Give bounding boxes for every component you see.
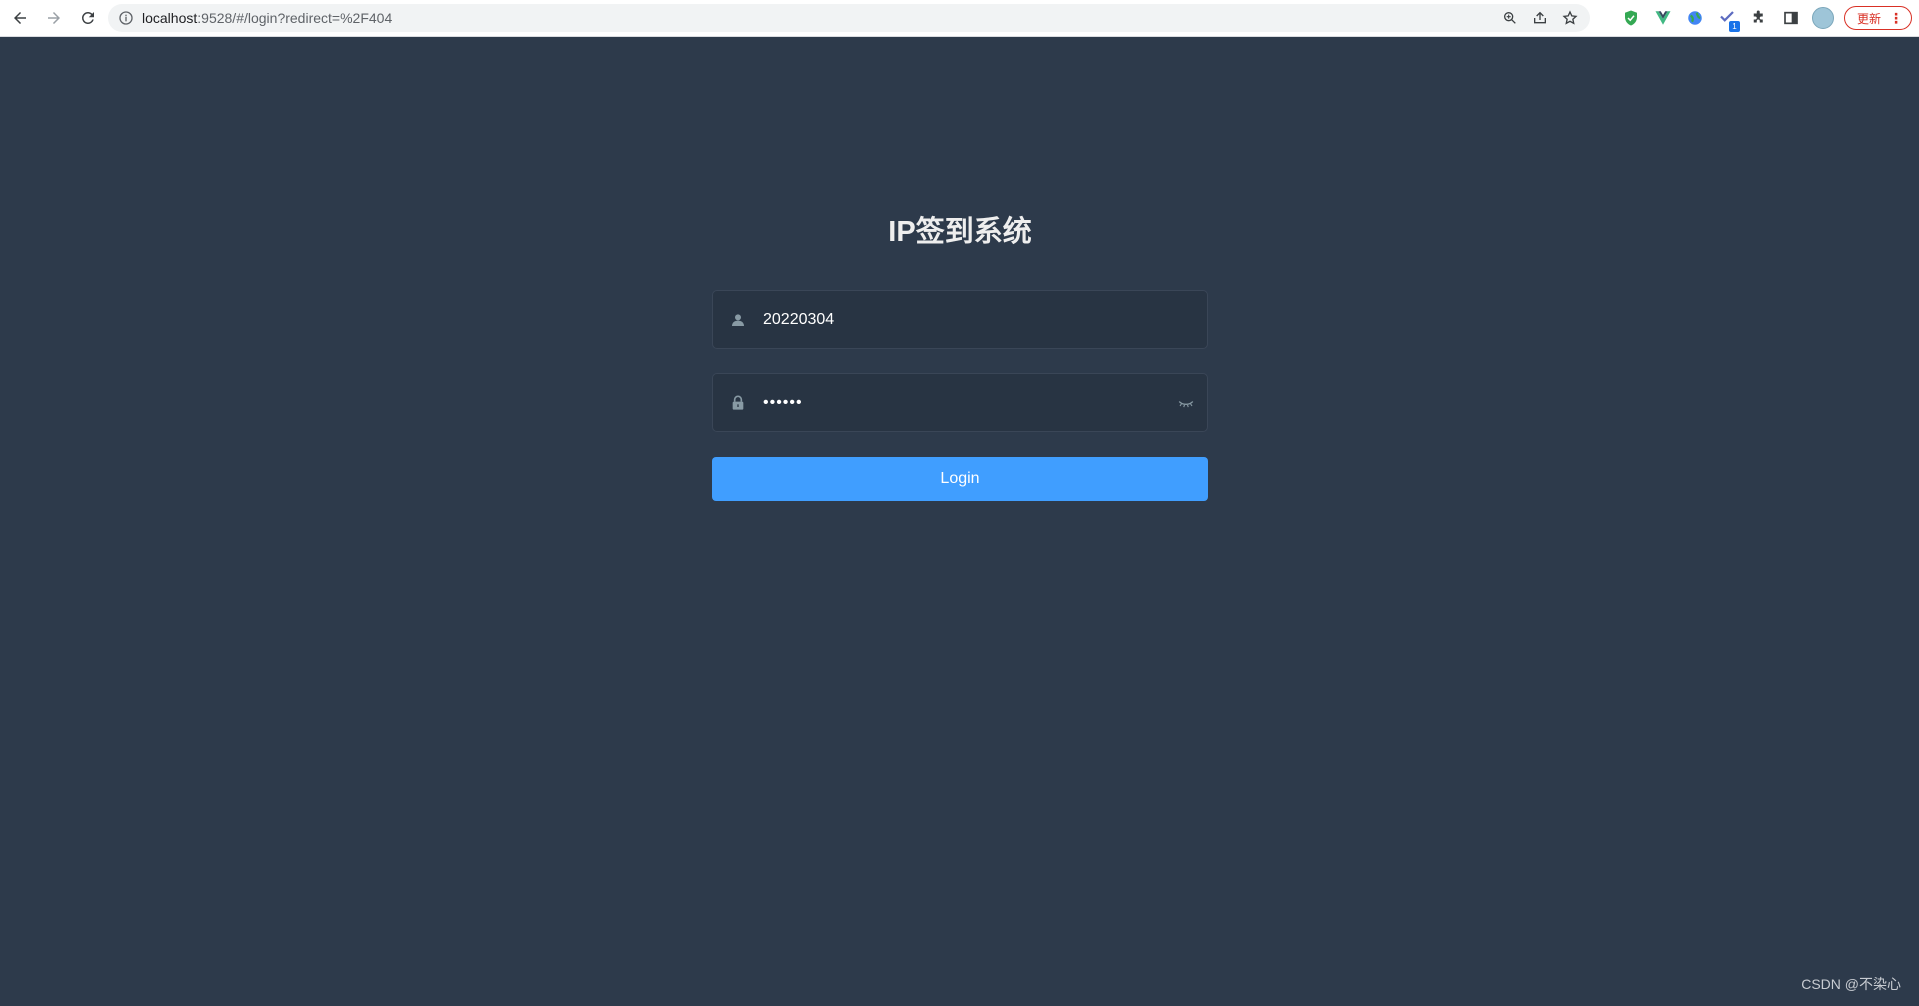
url-host: localhost — [142, 10, 198, 26]
shield-icon — [1625, 10, 1637, 26]
watermark: CSDN @不染心 — [1801, 976, 1901, 992]
info-icon[interactable] — [118, 10, 134, 26]
user-icon — [727, 309, 749, 331]
extensions-button[interactable] — [1748, 7, 1770, 29]
extension-globe[interactable] — [1684, 7, 1706, 29]
address-bar[interactable]: localhost:9528/#/login?redirect=%2F404 — [108, 4, 1590, 32]
bookmark-button[interactable] — [1560, 8, 1580, 28]
zoom-button[interactable] — [1500, 8, 1520, 28]
star-icon — [1562, 10, 1578, 25]
url-text[interactable]: localhost:9528/#/login?redirect=%2F404 — [142, 10, 392, 26]
password-input[interactable] — [763, 393, 1153, 412]
zoom-icon — [1504, 11, 1516, 24]
eye-closed-icon[interactable] — [1175, 392, 1197, 414]
reload-button[interactable] — [72, 2, 104, 34]
reload-icon — [81, 11, 94, 24]
url-path: :9528/#/login?redirect=%2F404 — [197, 10, 393, 26]
puzzle-icon — [1753, 10, 1763, 23]
password-field[interactable] — [712, 373, 1208, 432]
extension-shield[interactable] — [1620, 7, 1642, 29]
side-panel-button[interactable] — [1780, 7, 1802, 29]
update-button[interactable]: 更新 ⋮ — [1844, 6, 1913, 30]
arrow-right-icon — [48, 12, 60, 24]
extension-badge: 1 — [1729, 21, 1740, 32]
share-button[interactable] — [1530, 8, 1550, 28]
username-field[interactable] — [712, 290, 1208, 349]
forward-button[interactable] — [38, 2, 70, 34]
update-label: 更新 — [1857, 11, 1882, 26]
extension-vue[interactable] — [1652, 7, 1674, 29]
browser-toolbar: localhost:9528/#/login?redirect=%2F404 1… — [0, 0, 1919, 37]
back-button[interactable] — [4, 2, 36, 34]
extension-badged[interactable]: 1 — [1716, 7, 1740, 32]
share-icon — [1534, 11, 1546, 24]
globe-icon — [1688, 11, 1702, 25]
login-button[interactable]: Login — [712, 457, 1208, 501]
page-title: IP签到系统 — [888, 216, 1032, 248]
lock-icon — [727, 392, 749, 414]
profile-avatar[interactable] — [1812, 7, 1834, 29]
arrow-left-icon — [14, 12, 26, 24]
username-input[interactable] — [763, 310, 1153, 329]
side-panel-icon — [1784, 11, 1798, 25]
menu-dots-icon: ⋮ — [1889, 10, 1904, 26]
vue-icon — [1655, 11, 1671, 25]
